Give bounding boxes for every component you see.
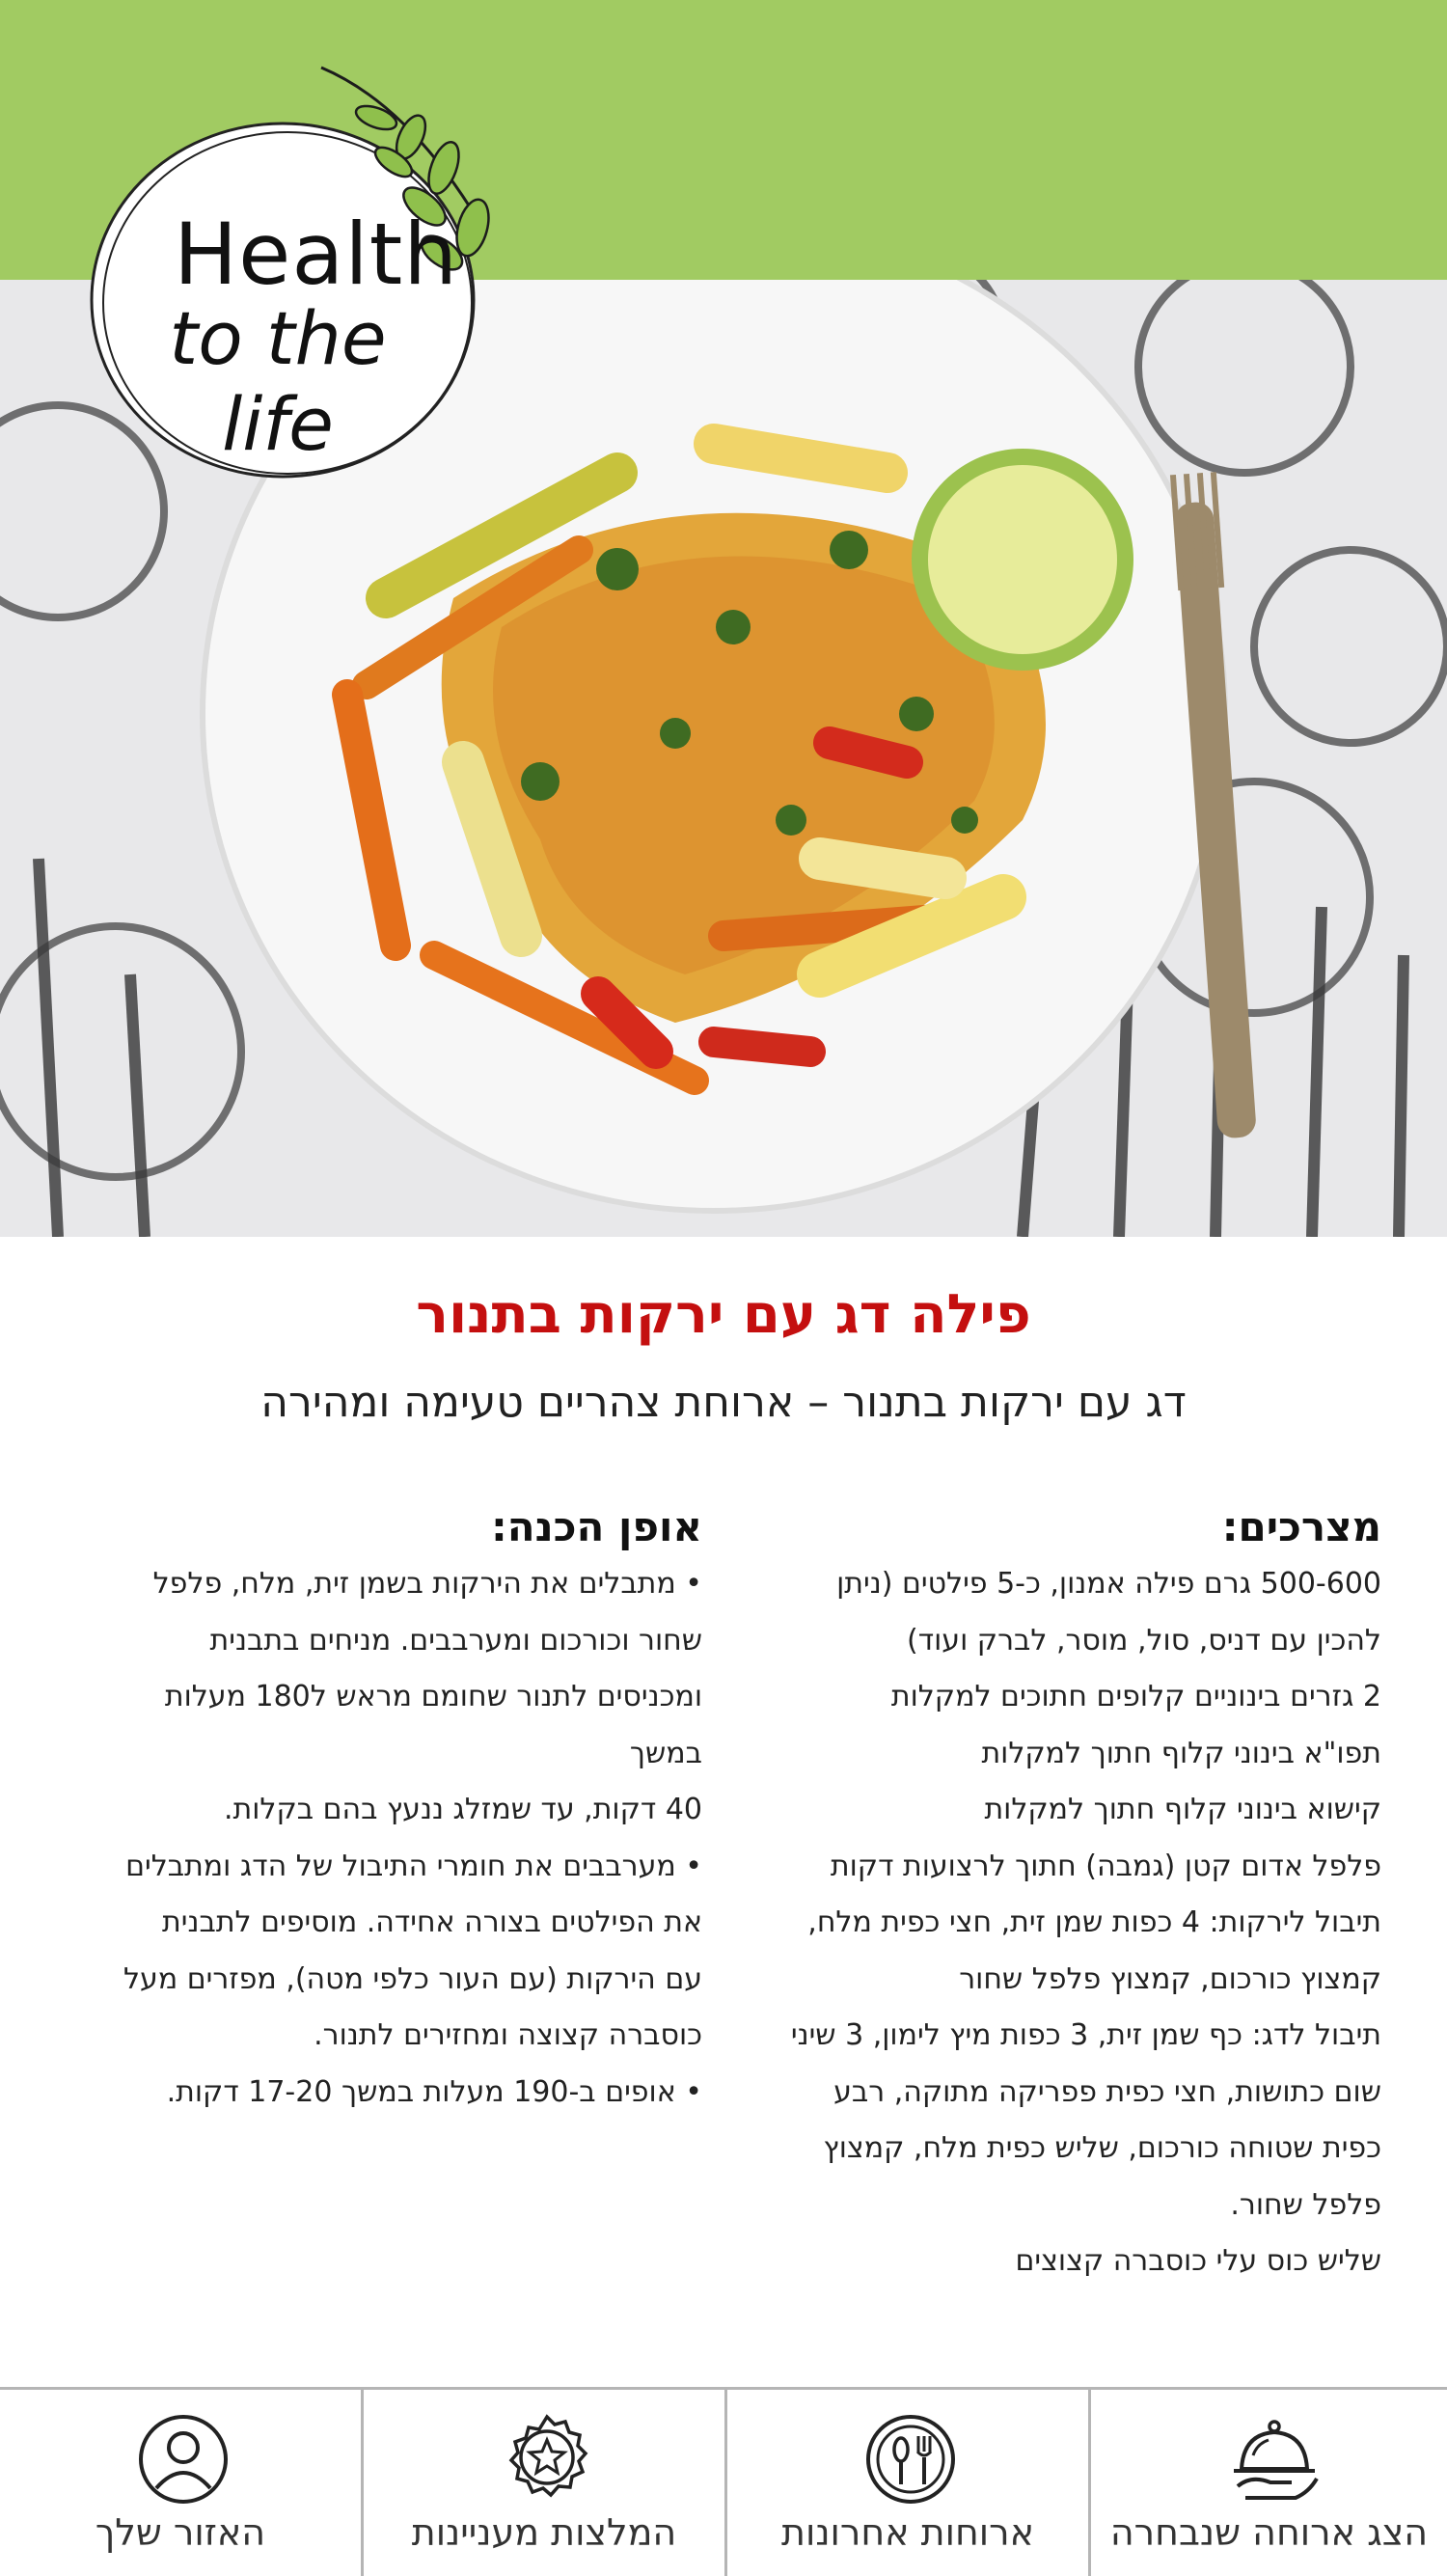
method-line: • אופים ב-190 מעלות במשך 17-20 דקות. (166, 2074, 702, 2109)
nav-label-recommendations: המלצות מעניינות (411, 2511, 677, 2554)
recipe-subtitle: דג עם ירקות בתנור – ארוחת צהריים טעימה ו… (260, 1378, 1187, 1427)
cloche-icon (1234, 2420, 1319, 2500)
method-line: • מערבבים את חומרי התיבול של הדג ומתבלים (125, 1849, 702, 1883)
nav-label-recent-meals: ארוחות אחרונות (780, 2511, 1034, 2554)
ingredient-line: תיבול לדג: כף שמן זית, 3 כפות מיץ לימון,… (790, 2018, 1381, 2052)
logo-text-tagline: to the life (169, 295, 387, 467)
ingredient-line: קישוא בינוני קלוף חתוך למקלות (984, 1793, 1381, 1826)
ingredient-line: להכין עם דניס, סול, מוסר, לברק ועוד) (907, 1623, 1381, 1658)
nav-item-recent-meals[interactable]: ארוחות אחרונות (727, 2390, 1088, 2576)
method-line: 40 דקות, עד שמזלג ננעץ בהם בקלות. (223, 1793, 702, 1826)
nav-item-recommendations[interactable]: המלצות מעניינות (364, 2390, 724, 2576)
nav-item-selected-meal[interactable]: הצג ארוחה שנבחרה (1091, 2390, 1447, 2576)
ingredient-line: קמצוץ כורכום, קמצוץ פלפל שחור (959, 1961, 1381, 1996)
nav-label-selected-meal: הצג ארוחה שנבחרה (1109, 2511, 1429, 2554)
ingredient-line: תפו"א בינוני קלוף חתוך למקלות (981, 1736, 1381, 1770)
method-line: כוסברה קצוצה ומחזירים לתנור. (314, 2018, 702, 2052)
ingredient-line: שום כתושות, חצי כפית פפריקה מתוקה, רבע (833, 2074, 1381, 2109)
ingredients-section: מצרכים: 500-600 גרם פילה אמנון, כ-5 פילט… (752, 1503, 1381, 2290)
logo-text-health: Health (174, 205, 458, 304)
user-icon (139, 2415, 228, 2504)
method-line: עם הירקות (עם העור כלפי מטה), מפזרים מעל (123, 1961, 702, 1996)
ingredient-line: שליש כוס עלי כוסברה קצוצים (1015, 2244, 1381, 2278)
plate-cutlery-icon (866, 2415, 955, 2504)
recipe-title: פילה דג עם ירקות בתנור (416, 1283, 1031, 1346)
ingredient-line: 500-600 גרם פילה אמנון, כ-5 פילטים (ניתן (836, 1567, 1381, 1601)
site-logo[interactable]: Health to the life (85, 64, 519, 488)
ingredient-line: פלפל אדום קטן (גמבה) חתוך לרצועות דקות (830, 1849, 1381, 1883)
ingredients-heading: מצרכים: (1221, 1503, 1381, 1550)
method-section: אופן הכנה: • מתבלים את הירקות בשמן זית, … (87, 1503, 702, 2121)
star-badge-icon (508, 2414, 588, 2498)
method-line: • מתבלים את הירקות בשמן זית, מלח, פלפל (152, 1567, 702, 1601)
ingredient-line: תיבול לירקות: 4 כפות שמן זית, חצי כפית מ… (807, 1905, 1381, 1939)
method-line: במשך (629, 1736, 702, 1770)
method-line: שחור וכורכום ומערבבים. מניחים בתבנית (209, 1623, 702, 1658)
method-heading: אופן הכנה: (491, 1503, 702, 1550)
nav-label-your-area: האזור שלך (95, 2511, 266, 2554)
ingredient-line: 2 גזרים בינוניים קלופים חתוכים למקלות (890, 1680, 1381, 1713)
method-line: את הפילטים בצורה אחידה. מוסיפים לתבנית (162, 1905, 702, 1939)
bottom-nav: האזור שלך המלצות מעניינות ארוחות אחרונות (0, 2387, 1447, 2576)
method-line: ומכניסים לתנור שחומם מראש ל180 מעלות (164, 1680, 702, 1713)
nav-item-your-area[interactable]: האזור שלך (0, 2390, 361, 2576)
ingredient-line: כפית שטוחה כורכום, שליש כפית מלח, קמצוץ (823, 2131, 1381, 2165)
ingredient-line: פלפל שחור. (1230, 2187, 1381, 2222)
